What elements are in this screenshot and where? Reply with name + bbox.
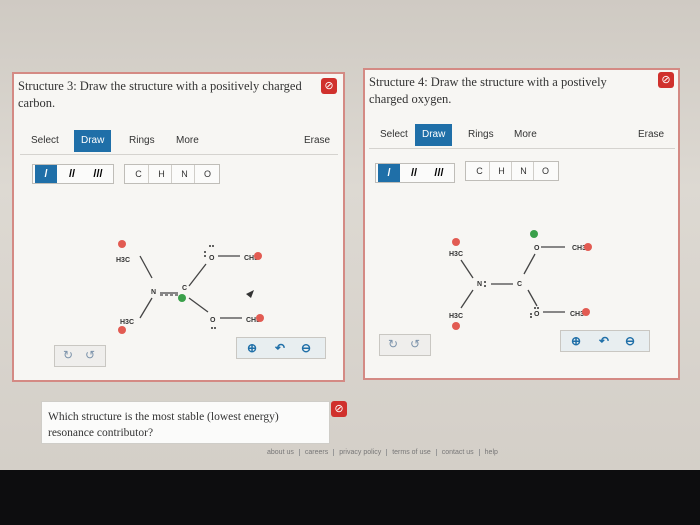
ch3-label: CH3 (570, 311, 584, 318)
divider (369, 148, 675, 149)
cursor-icon (246, 290, 254, 298)
structure3-toolbar: Select Draw Rings More Erase (24, 130, 334, 152)
h3c-label: H3C (120, 319, 134, 326)
structure3-canvas[interactable]: H3C H3C N C O CH3 O CH3 (14, 194, 343, 344)
o-label: O (209, 255, 215, 262)
atom-h-button[interactable]: H (152, 165, 172, 183)
footer-link-terms[interactable]: terms of use (387, 449, 437, 456)
zoom-group: ⊕ ↶ ⊖ (236, 337, 326, 359)
draw-tool[interactable]: Draw (415, 124, 453, 146)
draw-tool[interactable]: Draw (74, 130, 112, 152)
atom-c-button[interactable]: C (129, 165, 149, 183)
structure4-title: Structure 4: Draw the structure with a p… (369, 75, 607, 106)
triple-bond-button[interactable]: /// (87, 165, 109, 183)
structure4-panel: Structure 4: Draw the structure with a p… (363, 68, 680, 380)
h3c-label: H3C (449, 251, 463, 258)
erase-button[interactable]: Erase (638, 124, 664, 146)
redo-icon[interactable]: ↺ (410, 337, 420, 351)
o-label: O (534, 245, 540, 252)
redo-icon[interactable]: ↺ (85, 348, 95, 362)
c-label: C (517, 281, 522, 288)
prohibit-icon: ⊘ (658, 72, 674, 88)
double-bond-button[interactable]: // (61, 165, 83, 183)
undo-redo-group: ↻ ↺ (379, 334, 431, 356)
erase-button[interactable]: Erase (304, 130, 330, 152)
monitor-bezel (0, 470, 700, 525)
divider (20, 154, 338, 155)
rings-tool[interactable]: Rings (122, 130, 162, 152)
atom-n-button[interactable]: N (175, 165, 195, 183)
reset-zoom-icon[interactable]: ↶ (599, 334, 609, 348)
zoom-out-icon[interactable]: ⊖ (301, 341, 311, 355)
footer-link-contact[interactable]: contact us (437, 449, 480, 456)
structure4-bond-bar: / // /// (375, 163, 455, 183)
footer-link-privacy[interactable]: privacy policy (334, 449, 388, 456)
question-box: Which structure is the most stable (lowe… (41, 401, 330, 444)
structure3-panel: Structure 3: Draw the structure with a p… (12, 72, 345, 382)
charge-marks (118, 240, 264, 334)
atom-n-button[interactable]: N (514, 162, 534, 180)
rings-tool[interactable]: Rings (461, 124, 501, 146)
zoom-in-icon[interactable]: ⊕ (571, 334, 581, 348)
ch3-label: CH3 (572, 245, 586, 252)
atom-h-button[interactable]: H (492, 162, 512, 180)
h3c-label: H3C (116, 257, 130, 264)
structure4-atom-bar: C H N O (465, 161, 559, 181)
footer-links: about us careers privacy policy terms of us… (262, 449, 503, 456)
reset-zoom-icon[interactable]: ↶ (275, 341, 285, 355)
prohibit-icon: ⊘ (331, 401, 347, 417)
more-tool[interactable]: More (169, 130, 206, 152)
select-tool[interactable]: Select (373, 124, 415, 146)
c-label: C (182, 285, 187, 292)
triple-bond-button[interactable]: /// (428, 164, 450, 182)
n-label: N (151, 289, 156, 296)
atom-c-button[interactable]: C (470, 162, 490, 180)
footer-link-help[interactable]: help (480, 449, 503, 456)
o-label: O (210, 317, 216, 324)
footer-link-about[interactable]: about us (262, 449, 300, 456)
zoom-out-icon[interactable]: ⊖ (625, 334, 635, 348)
structure4-toolbar: Select Draw Rings More Erase (373, 124, 673, 146)
structure4-canvas[interactable]: H3C H3C N C O CH3 O CH3 (365, 190, 678, 340)
single-bond-button[interactable]: / (35, 165, 57, 183)
select-tool[interactable]: Select (24, 130, 66, 152)
undo-icon[interactable]: ↻ (63, 348, 73, 362)
more-tool[interactable]: More (507, 124, 544, 146)
o-label: O (534, 311, 540, 318)
atom-o-button[interactable]: O (198, 165, 217, 183)
prohibit-icon: ⊘ (321, 78, 337, 94)
atom-o-button[interactable]: O (536, 162, 555, 180)
structure3-atom-bar: C H N O (124, 164, 220, 184)
zoom-in-icon[interactable]: ⊕ (247, 341, 257, 355)
zoom-group: ⊕ ↶ ⊖ (560, 330, 650, 352)
undo-icon[interactable]: ↻ (388, 337, 398, 351)
footer-link-careers[interactable]: careers (300, 449, 335, 456)
structure3-bond-bar: / // /// (32, 164, 114, 184)
structure3-title: Structure 3: Draw the structure with a p… (18, 79, 302, 110)
single-bond-button[interactable]: / (378, 164, 400, 182)
undo-redo-group: ↻ ↺ (54, 345, 106, 367)
double-bond-button[interactable]: // (403, 164, 425, 182)
n-label: N (477, 281, 482, 288)
question-text: Which structure is the most stable (lowe… (48, 411, 279, 439)
h3c-label: H3C (449, 313, 463, 320)
